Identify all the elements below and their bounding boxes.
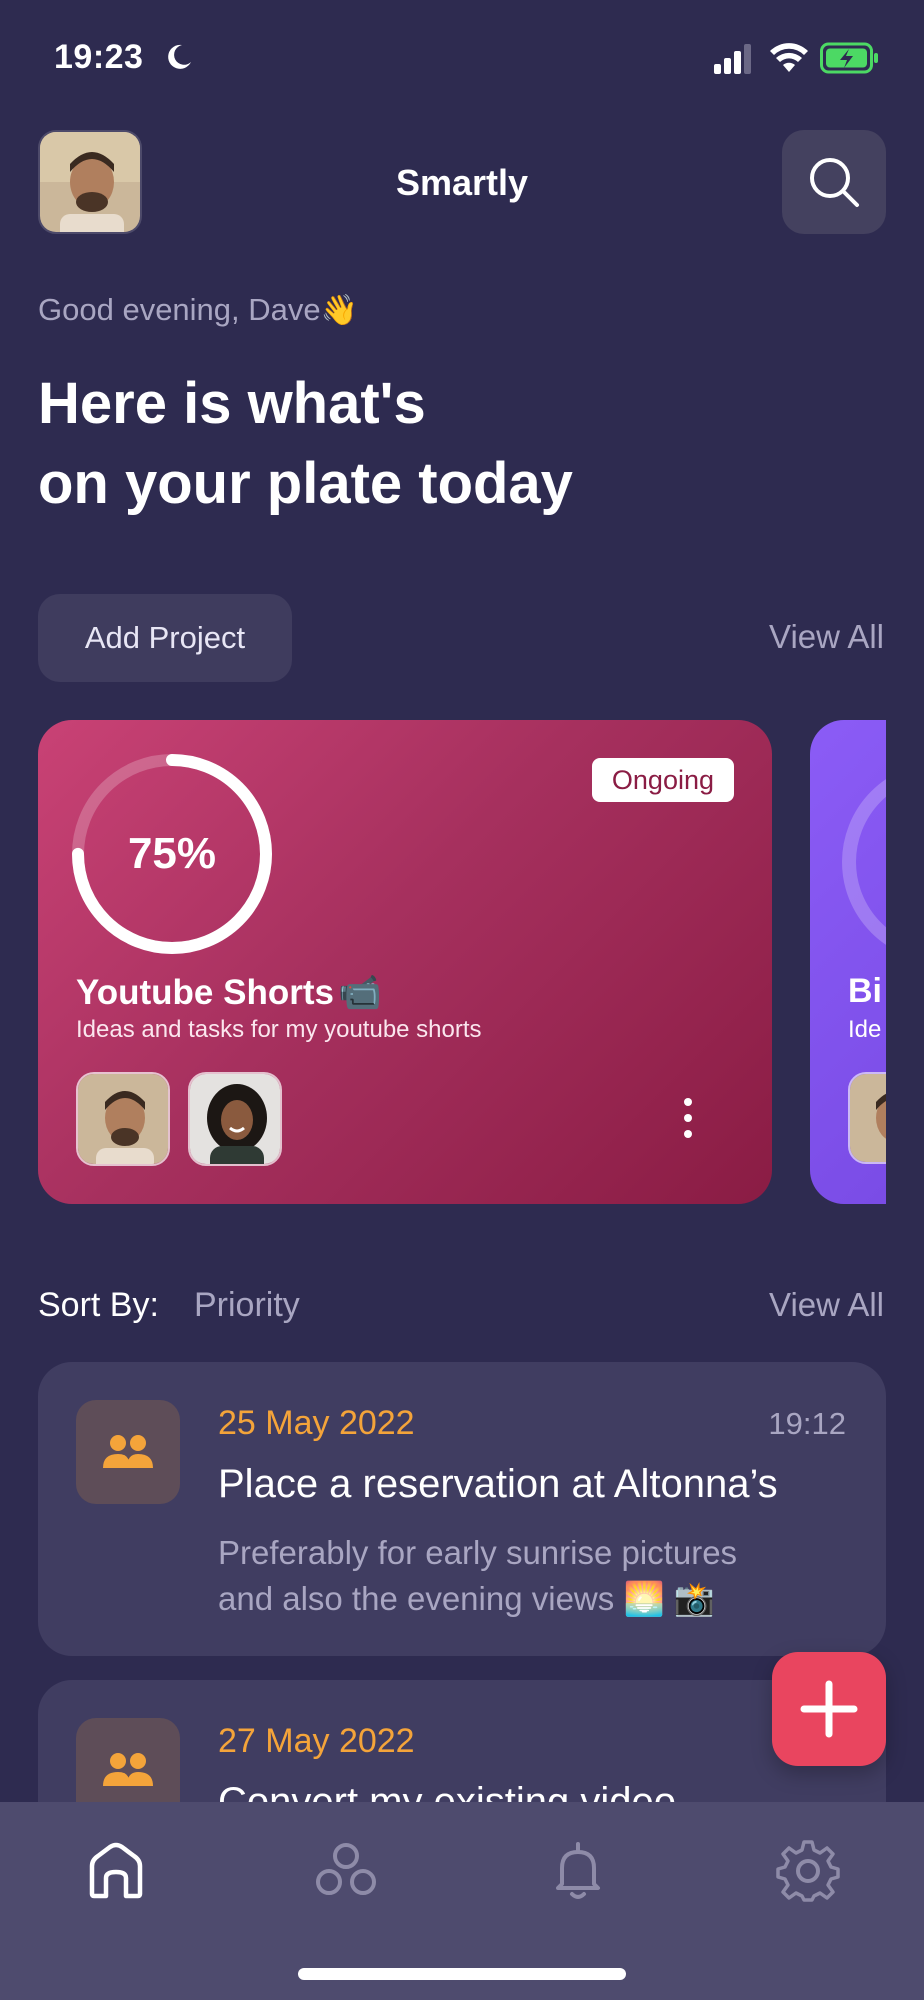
project-card[interactable]: 75% Ongoing Youtube Shorts 📹 Ideas and t… [38,720,772,1204]
task-description: Preferably for early sunrise pictures an… [218,1530,838,1622]
task-description-line-2: and also the evening views 🌅 📸 [218,1576,838,1622]
signal-icon [714,44,751,74]
progress-label: 75% [127,829,217,878]
greeting: Good evening, Dave👋 [38,292,358,328]
settings-icon[interactable] [776,1838,840,1902]
sort-dropdown[interactable]: Priority [194,1286,300,1325]
task-card[interactable]: 25 May 2022 19:12 Place a reservation at… [38,1362,886,1656]
battery-icon [820,42,878,74]
headline-line-1: Here is what's [38,371,426,436]
add-task-button[interactable] [772,1652,886,1766]
group-icon [103,1435,153,1468]
member-avatar [848,1072,886,1164]
task-date: 25 May 2022 [218,1404,415,1442]
camera-emoji: 📹 [337,973,382,1012]
groups-icon[interactable] [314,1838,378,1902]
project-description: Ide [848,1016,882,1043]
headline-line-2: on your plate today [38,451,573,516]
plus-icon [800,1680,858,1738]
status-bar: 19:23 [0,0,924,116]
project-title: Youtube Shorts 📹 [76,972,382,1013]
project-description: Ideas and tasks for my youtube shorts [76,1016,482,1043]
status-time: 19:23 [54,38,144,76]
home-indicator [298,1968,626,1980]
moon-icon [168,44,191,69]
task-time: 19:12 [768,1406,846,1441]
task-title: Place a reservation at Altonna’s [218,1462,778,1506]
home-icon[interactable] [84,1838,148,1902]
member-avatar [76,1072,170,1166]
task-emojis: 🌅 📸 [623,1580,715,1617]
member-avatar [188,1072,282,1166]
wave-emoji: 👋 [320,294,358,327]
task-description-line-1: Preferably for early sunrise pictures [218,1534,738,1571]
greeting-text: Good evening, Dave [38,292,321,327]
page-headline: Here is what's on your plate today [38,364,758,524]
more-options-icon[interactable] [678,1096,698,1140]
task-description-line-2-text: and also the evening views [218,1580,615,1617]
task-date: 27 May 2022 [218,1722,415,1760]
task-icon-box [76,1400,180,1504]
add-project-button[interactable]: Add Project [38,594,292,682]
search-button[interactable] [782,130,886,234]
project-title: Bi [848,972,882,1010]
progress-ring [842,762,886,962]
bell-icon[interactable] [546,1838,610,1902]
search-icon [810,158,859,207]
projects-view-all-link[interactable]: View All [769,618,884,656]
tasks-view-all-link[interactable]: View All [769,1286,884,1324]
wifi-icon [770,43,808,72]
sort-label: Sort By: [38,1286,159,1324]
project-title-text: Youtube Shorts [76,972,334,1012]
project-card-next[interactable]: Bi Ide [810,720,886,1204]
group-icon [103,1753,153,1786]
status-badge: Ongoing [591,758,734,802]
